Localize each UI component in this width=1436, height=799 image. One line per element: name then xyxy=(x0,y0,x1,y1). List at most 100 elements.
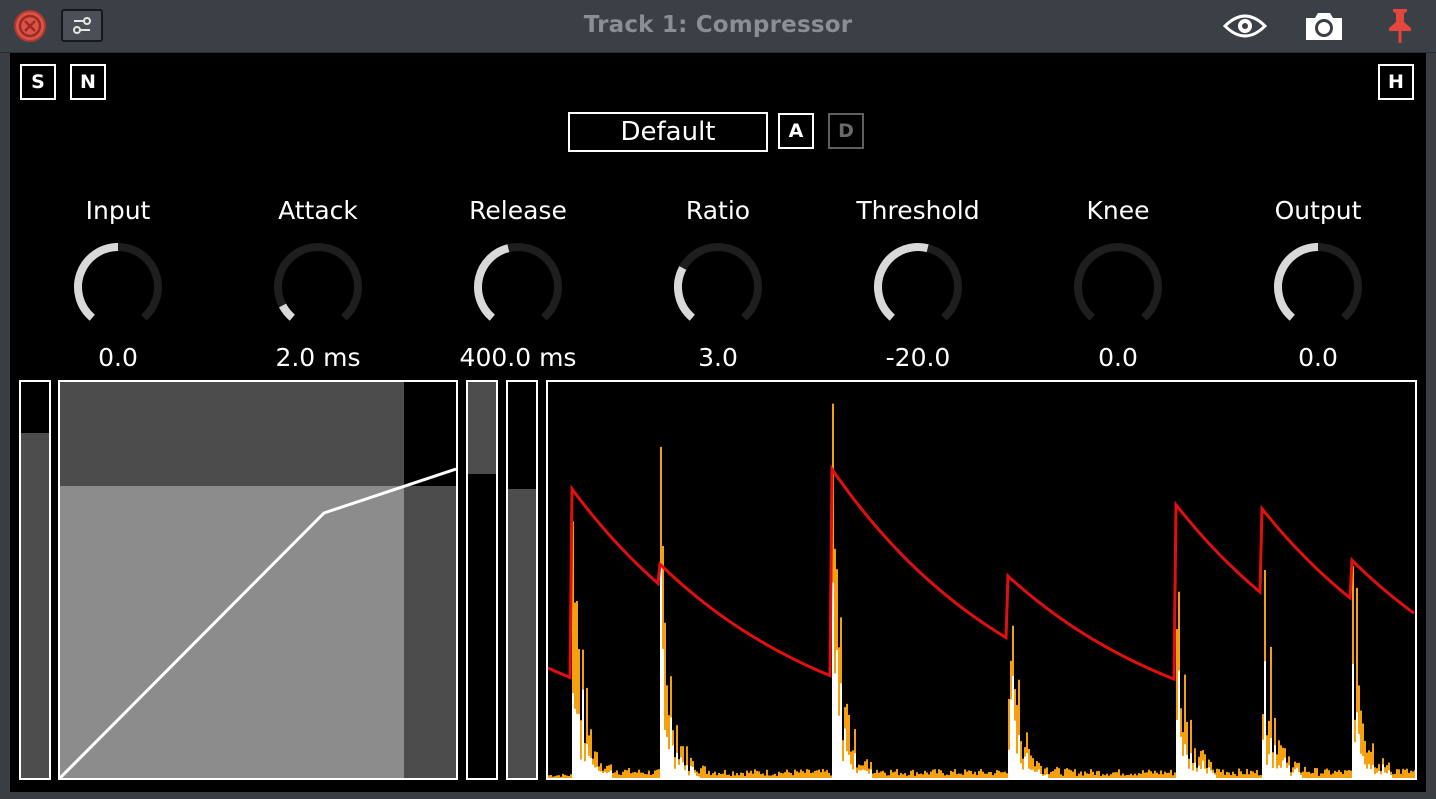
signal-bar xyxy=(1414,770,1415,778)
signal-bar-inner xyxy=(1202,760,1204,778)
signal-bar xyxy=(998,770,1000,778)
signal-bar xyxy=(626,770,628,778)
signal-bar xyxy=(1306,771,1308,778)
signal-bar-inner xyxy=(838,715,840,778)
signal-bar-inner xyxy=(1014,720,1016,778)
knob-dial[interactable] xyxy=(468,237,568,337)
signal-bar xyxy=(806,769,808,778)
signal-bar xyxy=(722,773,724,778)
signal-bar xyxy=(786,769,788,778)
signal-bar xyxy=(1102,774,1104,778)
signal-bar xyxy=(774,773,776,778)
signal-bar-inner xyxy=(1022,769,1024,778)
signal-bar xyxy=(1244,774,1246,778)
knob-dial[interactable] xyxy=(68,237,168,337)
signal-bar xyxy=(1154,770,1156,778)
knob-label: Threshold xyxy=(856,196,980,225)
signal-bar xyxy=(922,774,924,778)
signal-bar-inner xyxy=(1358,733,1360,778)
signal-bar-inner xyxy=(1214,774,1216,778)
preset-d-button[interactable]: D xyxy=(828,113,864,149)
signal-bar xyxy=(1164,771,1166,778)
signal-bar xyxy=(710,775,712,778)
signal-bar-inner xyxy=(1016,753,1018,778)
signal-bar xyxy=(1150,771,1152,778)
knob-output[interactable]: Output 0.0 xyxy=(1218,195,1418,374)
signal-bar-inner xyxy=(1038,769,1040,778)
signal-bar xyxy=(1142,770,1144,778)
knob-release[interactable]: Release 400.0 ms xyxy=(418,195,618,374)
knob-dial[interactable] xyxy=(868,237,968,337)
signal-bar-inner xyxy=(1292,772,1294,778)
signal-bar xyxy=(794,769,796,778)
output-meter-fill xyxy=(508,488,536,778)
signal-bar xyxy=(1068,769,1070,778)
signal-bar xyxy=(1106,773,1108,778)
camera-icon[interactable] xyxy=(1303,8,1345,44)
signal-bar xyxy=(1064,769,1066,778)
eye-icon[interactable] xyxy=(1222,8,1268,44)
preset-a-button[interactable]: A xyxy=(778,113,814,149)
signal-bar xyxy=(888,775,890,778)
signal-bar xyxy=(780,772,782,778)
signal-bar xyxy=(1118,769,1120,778)
signal-bar xyxy=(646,774,648,778)
signal-bar-inner xyxy=(1208,767,1210,778)
help-button[interactable]: H xyxy=(1378,64,1414,100)
preset-selector[interactable]: Default xyxy=(568,112,768,152)
knob-track xyxy=(274,243,362,321)
signal-bar-inner xyxy=(1176,719,1178,778)
signal-bar xyxy=(988,772,990,778)
transfer-curve-plot xyxy=(60,382,456,778)
signal-bar xyxy=(784,772,786,778)
input-meter xyxy=(19,380,51,780)
signal-bar-inner xyxy=(1190,753,1192,778)
signal-bar-inner xyxy=(1368,764,1370,778)
signal-bar xyxy=(960,773,962,778)
signal-bar xyxy=(1156,772,1158,778)
signal-bar xyxy=(1234,773,1236,778)
signal-bar-inner xyxy=(1262,739,1264,778)
signal-bar-inner xyxy=(1276,768,1278,778)
knob-dial[interactable] xyxy=(268,237,368,337)
signal-bar xyxy=(1114,772,1116,778)
signal-bar xyxy=(1334,770,1336,778)
signal-bar xyxy=(1230,775,1232,778)
signal-bar-inner xyxy=(1040,773,1042,778)
signal-bar xyxy=(1348,770,1350,778)
knob-ratio[interactable]: Ratio 3.0 xyxy=(618,195,818,374)
signal-bar-inner xyxy=(1376,772,1378,778)
signal-bar-inner xyxy=(1366,768,1368,778)
pin-icon[interactable] xyxy=(1385,6,1415,46)
signal-bar xyxy=(1248,774,1250,778)
signal-bar xyxy=(1048,773,1050,778)
signal-bar xyxy=(778,771,780,778)
knob-attack[interactable]: Attack 2.0 ms xyxy=(218,195,418,374)
signal-bar-inner xyxy=(856,773,858,778)
signal-bar xyxy=(936,773,938,778)
envelope-display xyxy=(546,380,1417,780)
signal-bar xyxy=(830,775,832,778)
signal-bar xyxy=(1116,772,1118,778)
signal-bar-inner xyxy=(1192,770,1194,778)
signal-bar xyxy=(1222,769,1224,778)
knob-knee[interactable]: Knee 0.0 xyxy=(1018,195,1218,374)
knob-dial[interactable] xyxy=(1068,237,1168,337)
signal-bar-inner xyxy=(1030,769,1032,778)
signal-bar-inner xyxy=(852,769,854,778)
signal-bar-inner xyxy=(604,771,606,778)
knob-dial[interactable] xyxy=(1268,237,1368,337)
signal-bar xyxy=(738,775,740,778)
signal-bar xyxy=(826,770,828,778)
knob-threshold[interactable]: Threshold -20.0 xyxy=(818,195,1018,374)
signal-bar xyxy=(548,775,550,778)
signal-bar-inner xyxy=(840,683,842,778)
signal-bar xyxy=(1232,771,1234,778)
knob-dial[interactable] xyxy=(668,237,768,337)
signal-bar xyxy=(916,772,918,778)
solo-button[interactable]: S xyxy=(20,64,56,100)
n-button[interactable]: N xyxy=(70,64,106,100)
signal-bar-inner xyxy=(1294,769,1296,778)
signal-bar xyxy=(1088,773,1090,778)
knob-input[interactable]: Input 0.0 xyxy=(18,195,218,374)
